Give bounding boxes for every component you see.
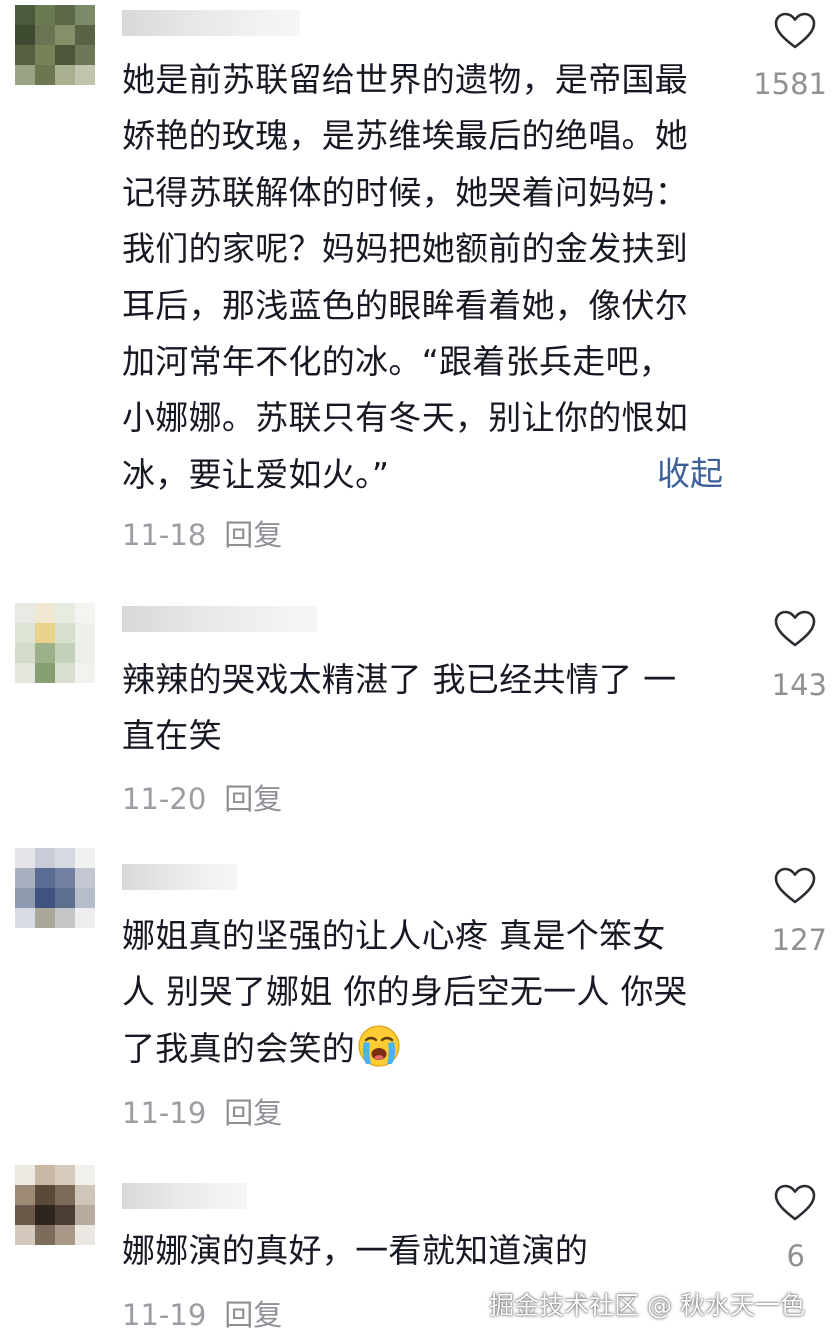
reply-button[interactable]: 回复 bbox=[224, 1096, 282, 1130]
comment-text: 她是前苏联留给世界的遗物，是帝国最 娇艳的玫瑰，是苏维埃最后的绝唱。她 记得苏联… bbox=[122, 52, 732, 503]
like-count: 1581 bbox=[753, 67, 827, 101]
comment-meta: 11-19 回复 bbox=[122, 1090, 282, 1130]
comment-line: 娜娜演的真好，一看就知道演的 bbox=[122, 1231, 589, 1270]
avatar[interactable] bbox=[15, 603, 95, 683]
like-count: 143 bbox=[771, 668, 827, 702]
heart-outline-icon[interactable] bbox=[773, 11, 817, 51]
reply-button[interactable]: 回复 bbox=[224, 1298, 282, 1332]
reply-button[interactable]: 回复 bbox=[224, 782, 282, 816]
comment-line: 直在笑 bbox=[122, 716, 222, 756]
username-blurred[interactable] bbox=[122, 10, 300, 36]
watermark: 掘金技术社区 @ 秋水天一色 bbox=[489, 1291, 805, 1320]
comment-date: 11-19 bbox=[122, 1298, 207, 1332]
comment-text: 娜娜演的真好，一看就知道演的 bbox=[122, 1223, 732, 1279]
heart-outline-icon[interactable] bbox=[773, 1183, 817, 1223]
loudly-crying-face-emoji bbox=[358, 1025, 400, 1067]
comment-date: 11-19 bbox=[122, 1096, 207, 1130]
comment-text: 娜姐真的坚强的让人心疼 真是个笨女 人 别哭了娜姐 你的身后空无一人 你哭 了我… bbox=[122, 908, 732, 1077]
comment-text: 辣辣的哭戏太精湛了 我已经共情了 一 直在笑 bbox=[122, 652, 732, 765]
comment-line: 加河常年不化的冰。“跟着张兵走吧， bbox=[122, 341, 673, 381]
comment-meta: 11-19 回复 bbox=[122, 1292, 282, 1332]
comment-meta: 11-18 回复 bbox=[122, 512, 282, 552]
comment-line: 了我真的会笑的 bbox=[122, 1021, 732, 1077]
username-blurred[interactable] bbox=[122, 606, 317, 632]
avatar[interactable] bbox=[15, 1165, 95, 1245]
comment-line: 人 别哭了娜姐 你的身后空无一人 你哭 bbox=[122, 972, 688, 1012]
like-count: 127 bbox=[771, 923, 827, 957]
comment-line: 小娜娜。苏联只有冬天，别让你的恨如 bbox=[122, 398, 689, 438]
collapse-link[interactable]: 收起 bbox=[657, 447, 723, 495]
like-count: 6 bbox=[786, 1239, 805, 1273]
username-blurred[interactable] bbox=[122, 1183, 247, 1209]
comment-line: 娜姐真的坚强的让人心疼 真是个笨女 bbox=[122, 916, 666, 955]
comment-line: 她是前苏联留给世界的遗物，是帝国最 bbox=[122, 60, 689, 99]
username-blurred[interactable] bbox=[122, 864, 237, 890]
avatar[interactable] bbox=[15, 5, 95, 85]
comment-meta: 11-20 回复 bbox=[122, 776, 282, 816]
comment-line: 娇艳的玫瑰，是苏维埃最后的绝唱。她 bbox=[122, 116, 689, 156]
comment-date: 11-18 bbox=[122, 518, 207, 552]
heart-outline-icon[interactable] bbox=[773, 609, 817, 649]
comment-list: 她是前苏联留给世界的遗物，是帝国最 娇艳的玫瑰，是苏维埃最后的绝唱。她 记得苏联… bbox=[0, 0, 833, 1343]
comment-line-text: 了我真的会笑的 bbox=[122, 1028, 356, 1068]
heart-outline-icon[interactable] bbox=[773, 866, 817, 906]
reply-button[interactable]: 回复 bbox=[224, 518, 282, 552]
comment-line: 我们的家呢？妈妈把她额前的金发扶到 bbox=[122, 229, 689, 269]
comment-date: 11-20 bbox=[122, 782, 207, 816]
comment-line: 耳后，那浅蓝色的眼眸看着她，像伏尔 bbox=[122, 285, 689, 325]
comment-line: 记得苏联解体的时候，她哭着问妈妈： bbox=[122, 172, 689, 212]
avatar[interactable] bbox=[15, 848, 95, 928]
comment-line: 辣辣的哭戏太精湛了 我已经共情了 一 bbox=[122, 660, 677, 699]
comment-line: 冰，要让爱如火。” bbox=[122, 454, 390, 494]
